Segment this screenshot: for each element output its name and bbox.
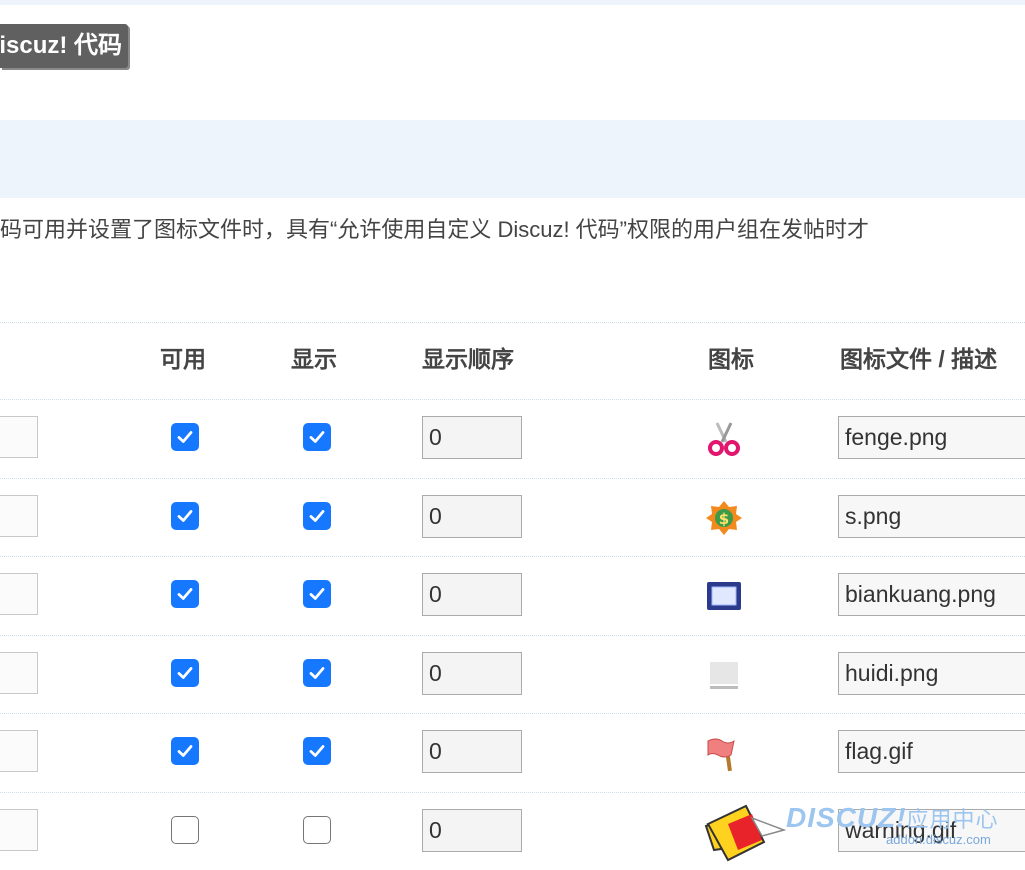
col-header-available: 可用	[160, 346, 206, 372]
display-order-input[interactable]: 0	[422, 416, 522, 459]
available-checkbox[interactable]	[171, 423, 199, 451]
display-checkbox[interactable]	[303, 423, 331, 451]
code-tag-input[interactable]	[0, 494, 38, 537]
code-tag-input[interactable]	[0, 808, 38, 851]
display-checkbox[interactable]	[303, 501, 331, 530]
display-order-input[interactable]: 0	[422, 573, 522, 616]
icon-file-input[interactable]: biankuang.png	[838, 573, 1025, 616]
code-tag-input[interactable]	[0, 651, 38, 694]
table-row: 0 $ s.png	[0, 478, 1025, 556]
description-text: 代码可用并设置了图标文件时，具有“允许使用自定义 Discuz! 代码”权限的用…	[0, 217, 870, 242]
display-checkbox[interactable]	[303, 580, 331, 608]
table-row: 0 warning.gif	[0, 792, 1025, 870]
flag-icon	[704, 733, 744, 773]
tips-band	[0, 120, 1025, 198]
code-tag-input[interactable]	[0, 416, 38, 458]
display-order-input[interactable]: 0	[422, 730, 522, 773]
table-row: 0 fenge.png	[0, 399, 1025, 477]
scissors-icon	[704, 419, 744, 459]
available-checkbox[interactable]	[171, 658, 199, 687]
warning-icon	[704, 812, 744, 852]
code-tag-input[interactable]	[0, 730, 38, 772]
display-order-input[interactable]: 0	[422, 494, 522, 538]
header-divider-top	[0, 322, 1025, 323]
frame-icon	[704, 576, 744, 616]
display-checkbox[interactable]	[303, 737, 331, 765]
top-strip	[0, 0, 1025, 5]
table-row: 0 biankuang.png	[0, 556, 1025, 634]
svg-text:$: $	[719, 510, 729, 528]
section-tag: Discuz! 代码	[0, 24, 128, 68]
icon-file-input[interactable]: flag.gif	[838, 730, 1025, 773]
col-header-order: 显示顺序	[422, 346, 514, 372]
available-checkbox[interactable]	[171, 501, 199, 530]
available-checkbox[interactable]	[171, 737, 199, 765]
table-row: 0 flag.gif	[0, 713, 1025, 791]
icon-file-input[interactable]: s.png	[838, 494, 1025, 538]
dollar-badge-icon: $	[704, 498, 744, 538]
col-header-file: 图标文件 / 描述	[840, 346, 998, 372]
available-checkbox[interactable]	[171, 580, 199, 608]
icon-file-input[interactable]: huidi.png	[838, 651, 1025, 695]
display-order-input[interactable]: 0	[422, 651, 522, 695]
col-header-icon: 图标	[708, 346, 754, 372]
display-order-input[interactable]: 0	[422, 808, 522, 852]
available-checkbox[interactable]	[171, 815, 199, 844]
display-checkbox[interactable]	[303, 658, 331, 687]
col-header-display: 显示	[291, 346, 337, 372]
gray-background-icon	[704, 655, 744, 695]
table-row: 0 huidi.png	[0, 635, 1025, 713]
icon-file-input[interactable]: warning.gif	[838, 808, 1025, 852]
code-tag-input[interactable]	[0, 573, 38, 615]
icon-file-input[interactable]: fenge.png	[838, 416, 1025, 459]
display-checkbox[interactable]	[303, 815, 331, 844]
